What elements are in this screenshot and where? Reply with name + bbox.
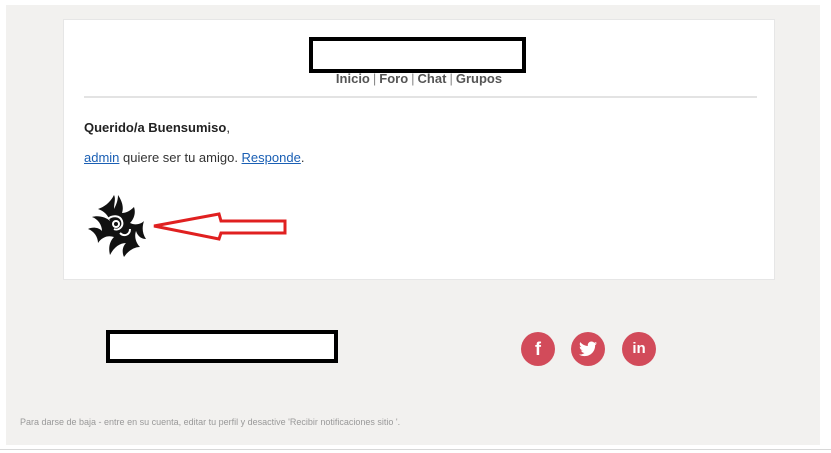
twitter-icon[interactable]: [571, 332, 605, 366]
top-nav: Inicio | Foro | Chat | Grupos: [64, 71, 774, 86]
facebook-icon[interactable]: f: [521, 332, 555, 366]
respond-link[interactable]: Responde: [242, 150, 301, 165]
nav-separator: |: [449, 71, 453, 86]
linkedin-glyph: in: [632, 340, 646, 357]
message-text: quiere ser tu amigo.: [119, 150, 242, 165]
twitter-bird-icon: [579, 341, 597, 357]
nav-grupos[interactable]: Grupos: [456, 71, 502, 86]
linkedin-icon[interactable]: in: [622, 332, 656, 366]
header-divider: [84, 96, 757, 98]
nav-chat[interactable]: Chat: [418, 71, 447, 86]
redacted-logo-box: [309, 37, 526, 73]
greeting-name: Querido/a Buensumiso: [84, 120, 227, 135]
page-bottom-divider: [0, 449, 831, 450]
nav-separator: |: [411, 71, 415, 86]
nav-separator: |: [372, 71, 377, 86]
redacted-footer-logo-box: [106, 330, 338, 363]
friend-request-message: admin quiere ser tu amigo. Responde.: [84, 150, 304, 165]
tribal-avatar-image[interactable]: [84, 191, 148, 259]
facebook-glyph: f: [535, 339, 541, 359]
nav-inicio[interactable]: Inicio: [336, 71, 370, 86]
nav-foro[interactable]: Foro: [379, 71, 408, 86]
greeting: Querido/a Buensumiso,: [84, 120, 230, 135]
unsubscribe-note: Para darse de baja - entre en su cuenta,…: [20, 417, 401, 427]
email-card: Inicio | Foro | Chat | Grupos Querido/a Buensu…: [63, 19, 775, 280]
greeting-comma: ,: [226, 120, 230, 135]
message-end: .: [300, 150, 305, 165]
sender-link[interactable]: admin: [84, 150, 119, 165]
annotation-arrow: [153, 212, 287, 241]
email-background: Inicio | Foro | Chat | Grupos Querido/a Buensu…: [6, 5, 820, 445]
